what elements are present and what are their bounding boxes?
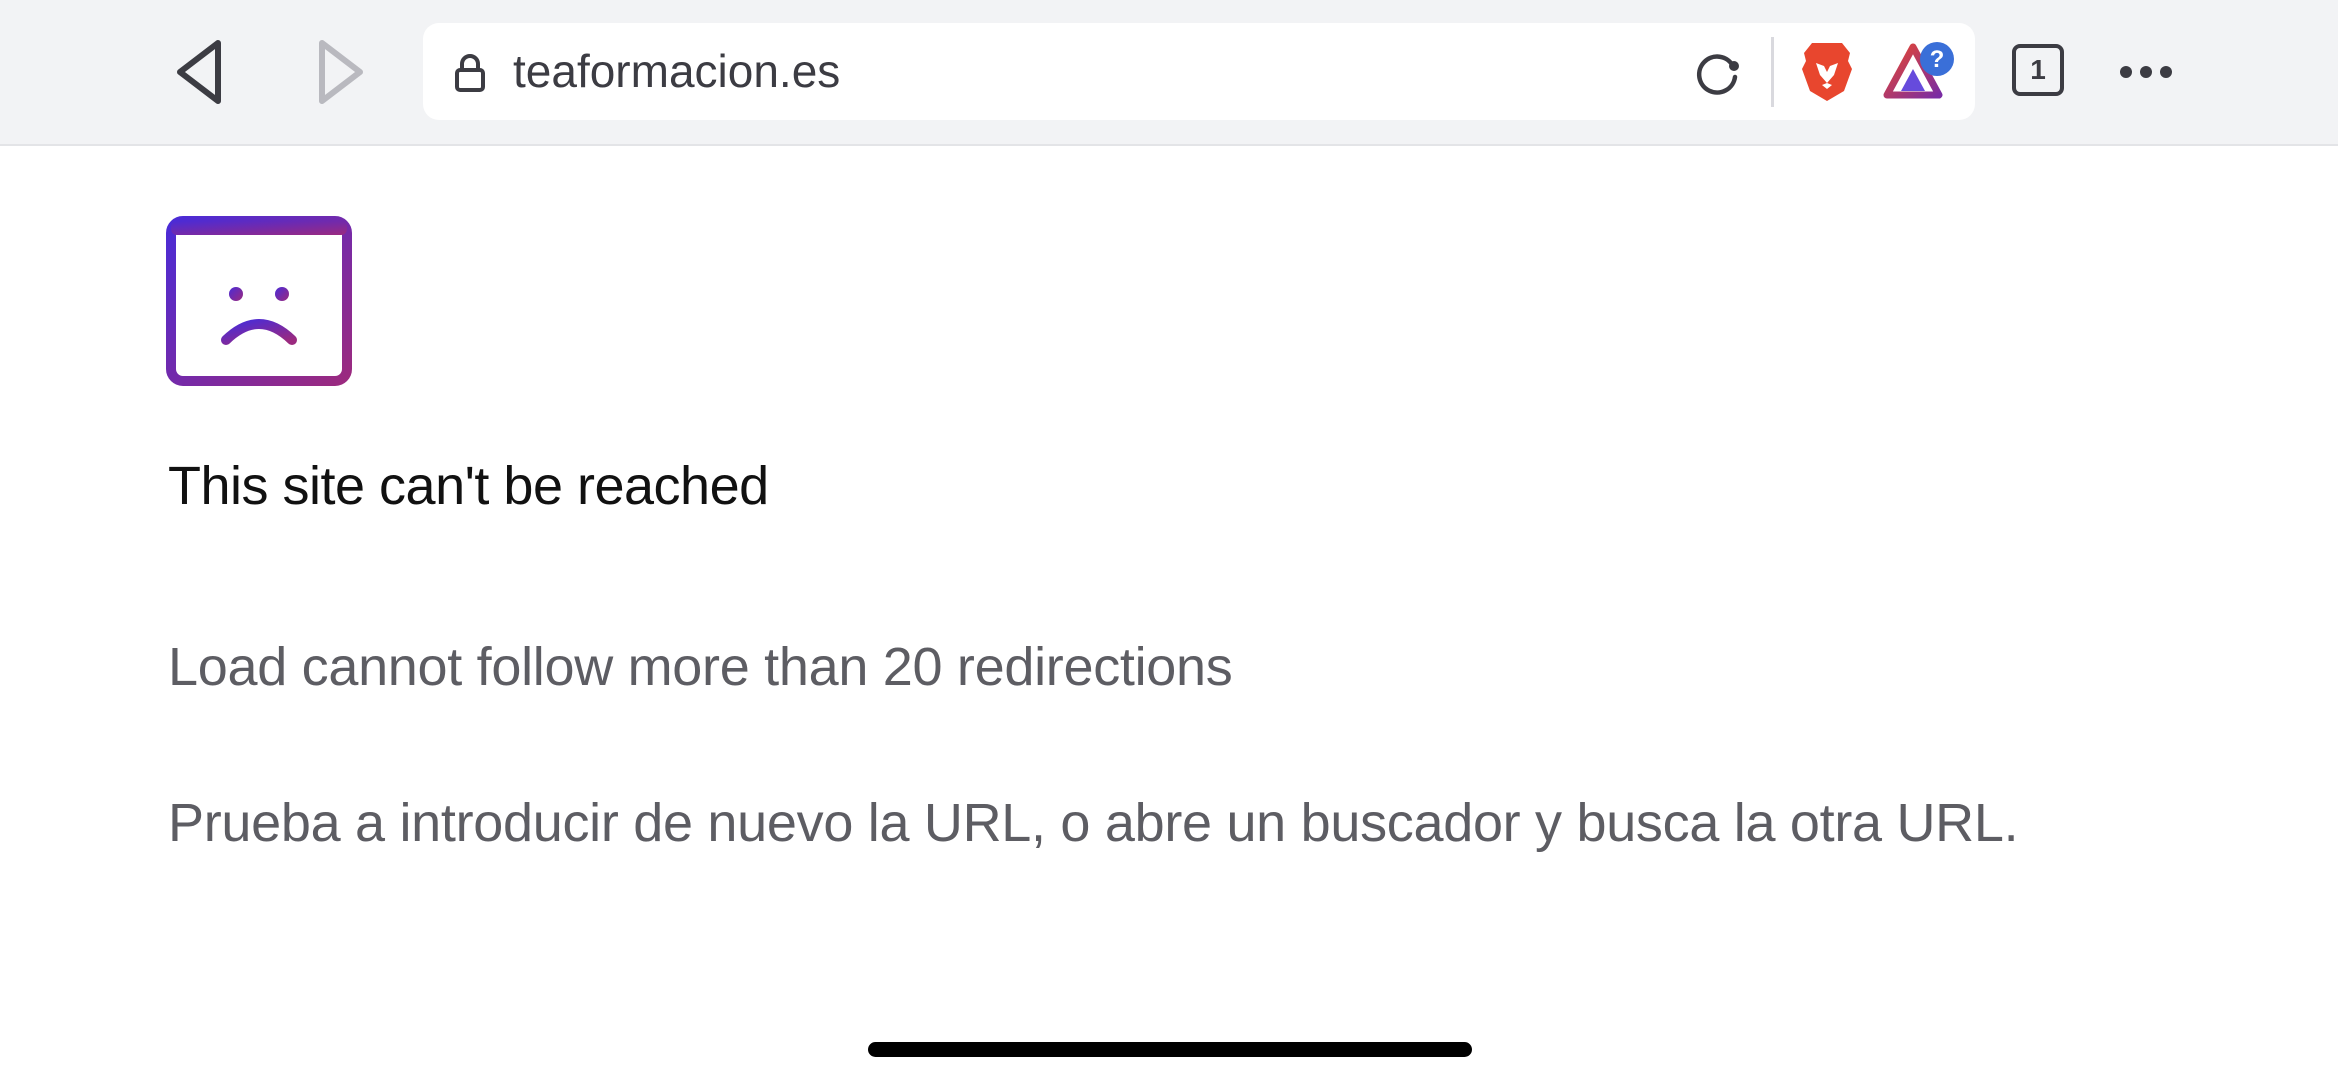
address-bar[interactable]: teaformacion.es ? [423, 23, 1975, 120]
more-dots-icon[interactable] [2118, 52, 2174, 92]
tab-switcher-button[interactable]: 1 [2012, 44, 2064, 96]
url-text[interactable]: teaformacion.es [513, 23, 840, 120]
brave-rewards-triangle-icon[interactable]: ? [1883, 39, 1963, 103]
error-detail: Load cannot follow more than 20 redirect… [168, 637, 1233, 697]
sad-browser-window-icon [166, 216, 352, 386]
brave-lion-icon[interactable] [1798, 39, 1856, 103]
browser-toolbar: teaformacion.es ? 1 [0, 0, 2338, 146]
error-hint: Prueba a introducir de nuevo la URL, o a… [168, 793, 2019, 853]
forward-button[interactable] [300, 30, 380, 114]
forward-chevron-icon [319, 40, 363, 104]
address-bar-divider [1771, 37, 1774, 107]
tab-count: 1 [2030, 54, 2046, 85]
back-chevron-icon [177, 40, 221, 104]
error-title: This site can't be reached [168, 456, 769, 516]
home-indicator[interactable] [868, 1042, 1472, 1057]
rewards-badge: ? [1930, 46, 1945, 73]
reload-icon[interactable] [1691, 47, 1743, 99]
lock-icon [455, 54, 485, 92]
back-button[interactable] [160, 30, 240, 114]
